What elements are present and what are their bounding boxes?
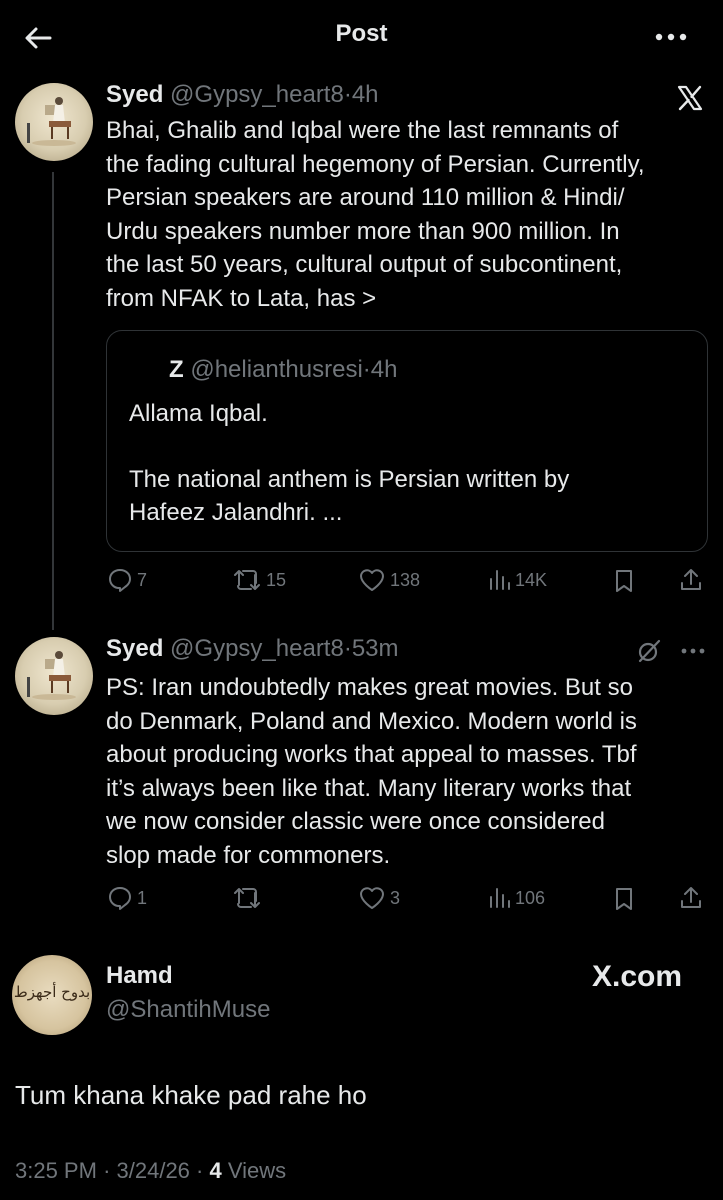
share-button[interactable] xyxy=(678,885,704,911)
reply-count: 7 xyxy=(137,569,148,590)
views-icon xyxy=(490,570,510,590)
separator: · xyxy=(196,1158,204,1183)
display-name[interactable]: Syed xyxy=(106,81,163,108)
views-label: Views xyxy=(227,1158,287,1183)
quote-avatar[interactable] xyxy=(129,359,155,385)
bookmark-icon xyxy=(616,570,632,592)
more-options-button[interactable] xyxy=(680,644,706,658)
avatar[interactable]: بدوح أجهزط xyxy=(12,955,92,1035)
like-icon xyxy=(360,569,384,591)
repost-icon xyxy=(234,888,260,908)
x-logo-button[interactable] xyxy=(676,84,704,112)
more-icon xyxy=(655,33,687,41)
timestamp[interactable]: 53m xyxy=(352,635,399,662)
handle[interactable]: @Gypsy_heart8 xyxy=(170,81,344,108)
repost-count: 15 xyxy=(266,569,287,590)
quote-timestamp: 4h xyxy=(370,356,398,383)
reply-count: 1 xyxy=(137,887,148,908)
avatar[interactable] xyxy=(15,637,93,715)
repost-button[interactable]: 15 xyxy=(232,567,286,593)
views-icon xyxy=(490,888,510,908)
repost-button[interactable] xyxy=(232,885,266,911)
author-name[interactable]: Hamd xyxy=(106,962,173,990)
repost-icon xyxy=(234,570,260,590)
reply-icon xyxy=(109,569,131,592)
separator: · xyxy=(343,635,352,662)
reply-icon xyxy=(109,887,131,910)
share-icon xyxy=(681,887,701,908)
bookmark-button[interactable] xyxy=(612,886,636,912)
bookmark-button[interactable] xyxy=(612,568,636,594)
tweet-text: Bhai, Ghalib and Iqbal were the last rem… xyxy=(106,117,645,312)
tweet-header: Syed @Gypsy_heart8·4h xyxy=(106,81,379,109)
tweet-header: Syed @Gypsy_heart8·53m xyxy=(106,635,399,663)
separator: · xyxy=(343,81,352,108)
quote-separator: · xyxy=(362,356,371,383)
post-text: Tum khana khake pad rahe ho xyxy=(15,1080,367,1110)
quote-text: Allama Iqbal. The national anthem is Per… xyxy=(129,400,570,526)
quote-header: Z @helianthusresi·4h xyxy=(169,356,398,384)
x-logo-icon xyxy=(677,85,703,111)
post-time[interactable]: 3:25 PM xyxy=(15,1158,97,1183)
like-button[interactable]: 3 xyxy=(358,885,400,911)
grok-button[interactable] xyxy=(636,638,662,664)
quote-display-name: Z xyxy=(169,356,184,383)
avatar-calligraphy: بدوح أجهزط xyxy=(13,983,91,1001)
grok-icon xyxy=(638,639,661,663)
reply-button[interactable]: 1 xyxy=(107,885,147,911)
views-count: 106 xyxy=(515,887,546,908)
views-button[interactable]: 106 xyxy=(487,885,545,911)
separator: · xyxy=(103,1158,111,1183)
share-button[interactable] xyxy=(678,567,704,593)
quoted-tweet[interactable]: Z @helianthusresi·4h Allama Iqbal. The n… xyxy=(106,330,708,552)
avatar[interactable] xyxy=(15,83,93,161)
author-handle[interactable]: @ShantihMuse xyxy=(106,996,270,1024)
display-name[interactable]: Syed xyxy=(106,635,163,662)
like-count: 3 xyxy=(390,887,401,908)
more-icon xyxy=(681,648,705,654)
post-date[interactable]: 3/24/26 xyxy=(117,1158,190,1183)
more-options-button[interactable] xyxy=(652,26,690,48)
xcom-label: X.com xyxy=(592,960,683,993)
like-icon xyxy=(360,887,384,909)
thread-line xyxy=(52,172,54,630)
avatar-image xyxy=(27,97,76,146)
quote-handle: @helianthusresi xyxy=(190,356,363,383)
tweet-text: PS: Iran undoubtedly makes great movies.… xyxy=(106,674,637,869)
like-count: 138 xyxy=(390,569,421,590)
page-title: Post xyxy=(335,20,388,47)
timestamp[interactable]: 4h xyxy=(352,81,379,108)
views-count: 4 xyxy=(209,1158,222,1183)
reply-button[interactable]: 7 xyxy=(107,567,147,593)
handle[interactable]: @Gypsy_heart8 xyxy=(170,635,344,662)
share-icon xyxy=(681,569,701,590)
bookmark-icon xyxy=(616,888,632,910)
views-count: 14K xyxy=(515,569,548,590)
avatar-image xyxy=(27,651,76,700)
post-meta: 3:25 PM · 3/24/26 · 4 Views xyxy=(15,1158,286,1184)
like-button[interactable]: 138 xyxy=(358,567,420,593)
views-button[interactable]: 14K xyxy=(487,567,547,593)
